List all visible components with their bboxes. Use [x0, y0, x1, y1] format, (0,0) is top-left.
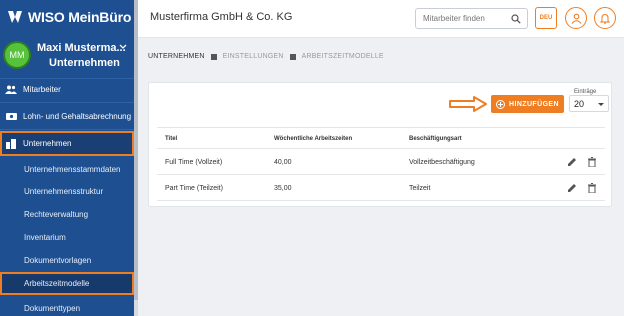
cell-hours: 40,00 [274, 159, 292, 166]
sidebar-subitem-label: Inventarium [24, 232, 66, 242]
avatar: MM [3, 41, 31, 69]
edit-icon[interactable] [567, 183, 577, 193]
sidebar-subitem-struktur[interactable]: Unternehmensstruktur [0, 179, 134, 203]
search-icon[interactable] [511, 14, 521, 24]
work-time-models-table: Titel Wöchentliche Arbeitszeiten Beschäf… [157, 127, 605, 201]
sidebar-scrollbar-thumb[interactable] [134, 0, 138, 300]
language-button[interactable]: DEU [535, 7, 557, 29]
sidebar-subitem-label: Dokumenttypen [24, 303, 81, 313]
profile-button[interactable] [565, 7, 587, 29]
search-input[interactable] [423, 14, 507, 23]
plus-circle-icon [496, 99, 506, 109]
cell-type: Teilzeit [409, 185, 431, 192]
divider [0, 129, 134, 130]
logo-text: WISO MeinBüro [28, 9, 132, 25]
sidebar-subitem-dokumentvorlagen[interactable]: Dokumentvorlagen [0, 248, 134, 272]
breadcrumb-separator [289, 53, 296, 60]
sidebar-item-lohn[interactable]: Lohn- und Gehaltsabrechnung [0, 104, 134, 128]
sidebar-subitem-rechte[interactable]: Rechteverwaltung [0, 202, 134, 226]
sidebar-item-unternehmen[interactable]: Unternehmen [0, 131, 134, 156]
caret-down-icon [598, 103, 604, 106]
cell-title: Full Time (Vollzeit) [165, 159, 223, 166]
breadcrumb: UNTERNEHMEN EINSTELLUNGEN ARBEITSZEITMOD… [148, 53, 384, 60]
sidebar-item-label: Unternehmen [23, 139, 72, 148]
delete-icon[interactable] [587, 157, 597, 167]
delete-icon[interactable] [587, 183, 597, 193]
breadcrumb-item[interactable]: UNTERNEHMEN [148, 53, 205, 60]
breadcrumb-item: ARBEITSZEITMODELLE [301, 53, 384, 60]
user-menu[interactable]: MM Maxi Musterma... Unternehmen [3, 40, 133, 72]
notifications-button[interactable] [594, 7, 616, 29]
sidebar-subitem-arbeitszeitmodelle[interactable]: Arbeitszeitmodelle [0, 272, 134, 295]
edit-icon[interactable] [567, 157, 577, 167]
user-name: Maxi Musterma... [37, 42, 126, 54]
money-icon [5, 111, 17, 121]
sidebar-item-label: Mitarbeiter [23, 84, 61, 94]
column-header-type[interactable]: Beschäftigungsart [409, 136, 462, 142]
sidebar-subitem-inventarium[interactable]: Inventarium [0, 225, 134, 249]
top-header: Musterfirma GmbH & Co. KG DEU [138, 0, 624, 38]
cell-type: Vollzeitbeschäftigung [409, 159, 475, 166]
search-box[interactable] [415, 8, 528, 29]
column-header-hours[interactable]: Wöchentliche Arbeitszeiten [274, 136, 352, 142]
chevron-down-icon [119, 44, 127, 49]
logo-icon [8, 11, 22, 23]
sidebar-subitem-label: Arbeitszeitmodelle [24, 279, 90, 288]
company-title: Musterfirma GmbH & Co. KG [150, 11, 293, 23]
app-logo[interactable]: WISO MeinBüro [6, 8, 131, 26]
sidebar-subitem-label: Dokumentvorlagen [24, 255, 92, 265]
sidebar-subitem-label: Rechteverwaltung [24, 209, 89, 219]
sidebar: WISO MeinBüro MM Maxi Musterma... Untern… [0, 0, 136, 316]
sidebar-subitem-stammdaten[interactable]: Unternehmensstammdaten [0, 157, 134, 181]
user-icon [571, 13, 581, 24]
bell-icon [600, 13, 610, 24]
breadcrumb-separator [210, 53, 217, 60]
arrow-right-icon [449, 96, 487, 112]
add-button-label: HINZUFÜGEN [509, 100, 559, 108]
divider [0, 102, 134, 103]
table-row[interactable]: Part Time (Teilzeit) 35,00 Teilzeit [157, 175, 605, 201]
table-header: Titel Wöchentliche Arbeitszeiten Beschäf… [157, 127, 605, 149]
add-button[interactable]: HINZUFÜGEN [491, 95, 564, 113]
user-company: Unternehmen [49, 57, 120, 69]
column-header-title[interactable]: Titel [165, 136, 177, 142]
sidebar-subitem-dokumenttypen[interactable]: Dokumenttypen [0, 296, 134, 316]
sidebar-subitem-label: Unternehmensstruktur [24, 186, 104, 196]
cell-hours: 35,00 [274, 185, 292, 192]
entries-value: 20 [574, 99, 585, 109]
table-row[interactable]: Full Time (Vollzeit) 40,00 Vollzeitbesch… [157, 149, 605, 175]
cell-title: Part Time (Teilzeit) [165, 185, 223, 192]
sidebar-item-label: Lohn- und Gehaltsabrechnung [23, 111, 132, 121]
work-time-models-card: HINZUFÜGEN Einträge 20 Titel Wöchentlich… [148, 82, 612, 207]
breadcrumb-item[interactable]: EINSTELLUNGEN [223, 53, 284, 60]
building-icon [5, 138, 17, 149]
sidebar-subitem-label: Unternehmensstammdaten [24, 164, 121, 174]
people-icon [5, 84, 17, 94]
sidebar-item-mitarbeiter[interactable]: Mitarbeiter [0, 77, 134, 101]
entries-select[interactable]: 20 [569, 95, 609, 112]
